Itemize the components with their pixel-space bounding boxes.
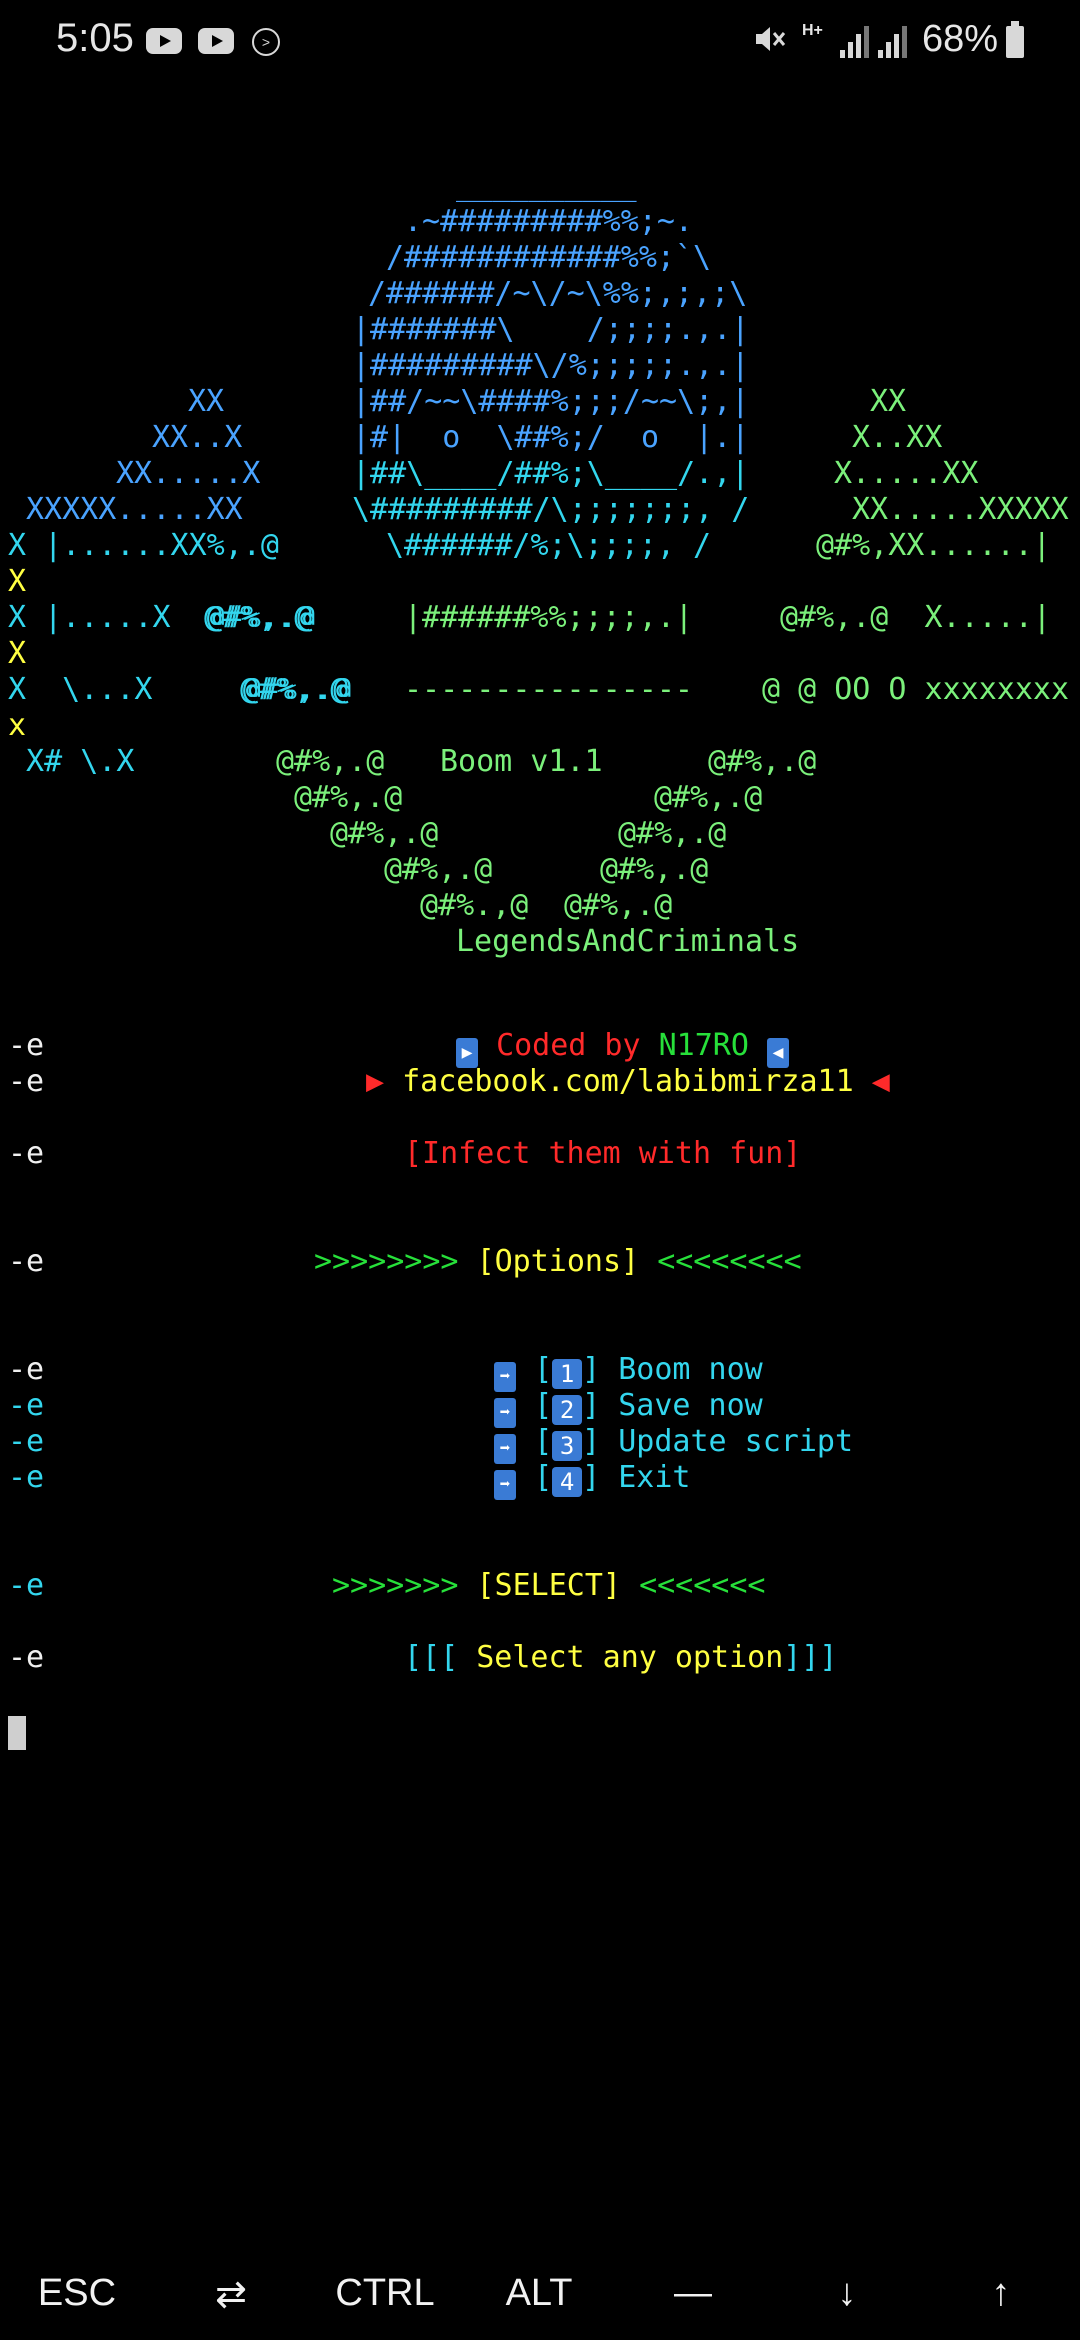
- banner-line: |#| o \##%;/ o |.|: [352, 420, 750, 455]
- banner-right: XX: [870, 384, 907, 419]
- banner-left: XX..X: [152, 420, 243, 455]
- echo-prefix: -e: [8, 1460, 45, 1495]
- echo-prefix: -e: [8, 1424, 45, 1459]
- banner-left: x: [8, 708, 27, 743]
- author-name: N17RO: [658, 1028, 749, 1063]
- banner-line: __________: [456, 168, 637, 203]
- option-label: Exit: [618, 1460, 691, 1495]
- prompt-text: Select any option: [458, 1640, 784, 1675]
- bone: @#%,.@: [708, 744, 817, 779]
- keycap-number: 3: [552, 1431, 583, 1461]
- terminal-output[interactable]: __________ .~#########%%;~. /###########…: [0, 0, 1080, 2260]
- select-right-arrows: <<<<<<<: [639, 1568, 766, 1603]
- facebook-line: ▶ facebook.com/labibmirza11 ◀: [366, 1064, 890, 1100]
- banner-left: XX.....X: [116, 456, 261, 491]
- prompt-close-brackets: ]]]: [783, 1640, 838, 1675]
- down-arrow-key[interactable]: ↓: [770, 2272, 924, 2315]
- keycap-number: 4: [552, 1467, 583, 1497]
- bone: @#%,.@: [330, 816, 439, 851]
- terminal-cursor[interactable]: [8, 1716, 26, 1750]
- echo-prefix: -e: [8, 1064, 45, 1099]
- bone: @#%,.@: [240, 672, 349, 707]
- bone: @#%,.@: [204, 600, 313, 635]
- banner-line: |##/~~\####%;;;/~~\;,|: [352, 384, 750, 419]
- bone: @#%,.@: [618, 816, 727, 851]
- facebook-link: facebook.com/labibmirza11: [402, 1064, 854, 1099]
- banner-version: Boom v1.1: [440, 744, 603, 779]
- select-prompt: [[[ Select any option]]]: [404, 1640, 837, 1676]
- echo-prefix: -e: [8, 1352, 45, 1387]
- banner-left: X: [8, 636, 27, 671]
- banner-left: XXXXX.....XX: [26, 492, 243, 527]
- banner-line: |#########\/%;;;;;.,.|: [352, 348, 750, 383]
- option-label: Save now: [618, 1388, 763, 1423]
- select-label: [SELECT]: [476, 1568, 622, 1603]
- prompt-open-brackets: [[[: [404, 1640, 459, 1675]
- options-label: [Options]: [476, 1244, 640, 1279]
- bone: @#%,.@: [564, 888, 673, 923]
- banner-left: X: [8, 564, 27, 599]
- banner-left: X# \.X: [8, 744, 135, 779]
- arrow-right-icon: ➡: [494, 1470, 516, 1500]
- banner-line: |##\____/##%;\____/.,|: [352, 456, 750, 491]
- menu-option-3: ➡ [3] Update script: [494, 1424, 853, 1464]
- option-label: Update script: [618, 1424, 854, 1459]
- banner-line: /######/~\/~\%%;,;,;\: [368, 276, 748, 311]
- bone: @#%,.@: [384, 852, 493, 887]
- extra-keys-bar: ESC ⇄ CTRL ALT — ↓ ↑: [0, 2250, 1080, 2340]
- banner-right: XX.....XXXXX: [852, 492, 1069, 527]
- options-right-arrows: <<<<<<<<: [657, 1244, 802, 1279]
- banner-left: XX: [188, 384, 225, 419]
- tab-key[interactable]: ⇄: [154, 2272, 308, 2317]
- echo-prefix: -e: [8, 1388, 45, 1423]
- triangle-left-icon: ◀: [871, 1064, 890, 1099]
- keycap-number: 2: [552, 1395, 583, 1425]
- banner-line: |######%%;;;;,.|: [404, 600, 693, 635]
- option-label: Boom now: [618, 1352, 763, 1387]
- banner-line: |#######\ /;;;;.,.|: [352, 312, 750, 347]
- banner-line: ----------------: [404, 672, 693, 707]
- banner-right: @#%,XX......|: [816, 528, 1051, 563]
- alt-key[interactable]: ALT: [462, 2272, 616, 2315]
- coded-by-label: Coded by: [496, 1028, 641, 1063]
- banner-line: .~#########%%;~.: [404, 204, 693, 239]
- keycap-number: 1: [552, 1359, 583, 1389]
- ctrl-key[interactable]: CTRL: [308, 2272, 462, 2315]
- banner-right: @ @ OO O xxxxxxxx: [762, 672, 1070, 707]
- triangle-right-icon: ▶: [366, 1064, 385, 1099]
- up-arrow-key[interactable]: ↑: [924, 2272, 1078, 2315]
- tagline: [Infect them with fun]: [404, 1136, 802, 1171]
- options-left-arrows: >>>>>>>>: [314, 1244, 459, 1279]
- banner-footer: LegendsAndCriminals: [456, 924, 800, 959]
- echo-prefix: -e: [8, 1244, 45, 1279]
- menu-option-4: ➡ [4] Exit: [494, 1460, 691, 1500]
- bone: @#%,.@: [600, 852, 709, 887]
- echo-prefix: -e: [8, 1640, 45, 1675]
- bone: @#%.,@: [420, 888, 529, 923]
- echo-prefix: -e: [8, 1136, 45, 1171]
- options-heading: >>>>>>>> [Options] <<<<<<<<: [314, 1244, 802, 1280]
- bone: @#%,.@: [654, 780, 763, 815]
- bone: @#%,.@: [294, 780, 403, 815]
- banner-right: @#%,.@ X.....|: [780, 600, 1051, 635]
- dash-key[interactable]: —: [616, 2272, 770, 2315]
- banner-right: X.....XX: [834, 456, 979, 491]
- esc-key[interactable]: ESC: [0, 2272, 154, 2315]
- menu-option-1: ➡ [1] Boom now: [494, 1352, 763, 1392]
- banner-left: X |......XX%,.@: [8, 528, 279, 563]
- banner-line: \######/%;\;;;;, /: [386, 528, 712, 563]
- menu-option-2: ➡ [2] Save now: [494, 1388, 763, 1428]
- echo-prefix: -e: [8, 1568, 45, 1603]
- select-left-arrows: >>>>>>>: [332, 1568, 459, 1603]
- banner-line: /############%%;`\: [386, 240, 712, 275]
- echo-prefix: -e: [8, 1028, 45, 1063]
- bone: @#%,.@: [276, 744, 385, 779]
- banner-right: X..XX: [852, 420, 943, 455]
- select-heading: >>>>>>> [SELECT] <<<<<<<: [332, 1568, 766, 1604]
- credit-line: ▶ Coded by N17RO ◀: [456, 1028, 789, 1068]
- banner-line: \#########/\;;;;;;;, /: [352, 492, 750, 527]
